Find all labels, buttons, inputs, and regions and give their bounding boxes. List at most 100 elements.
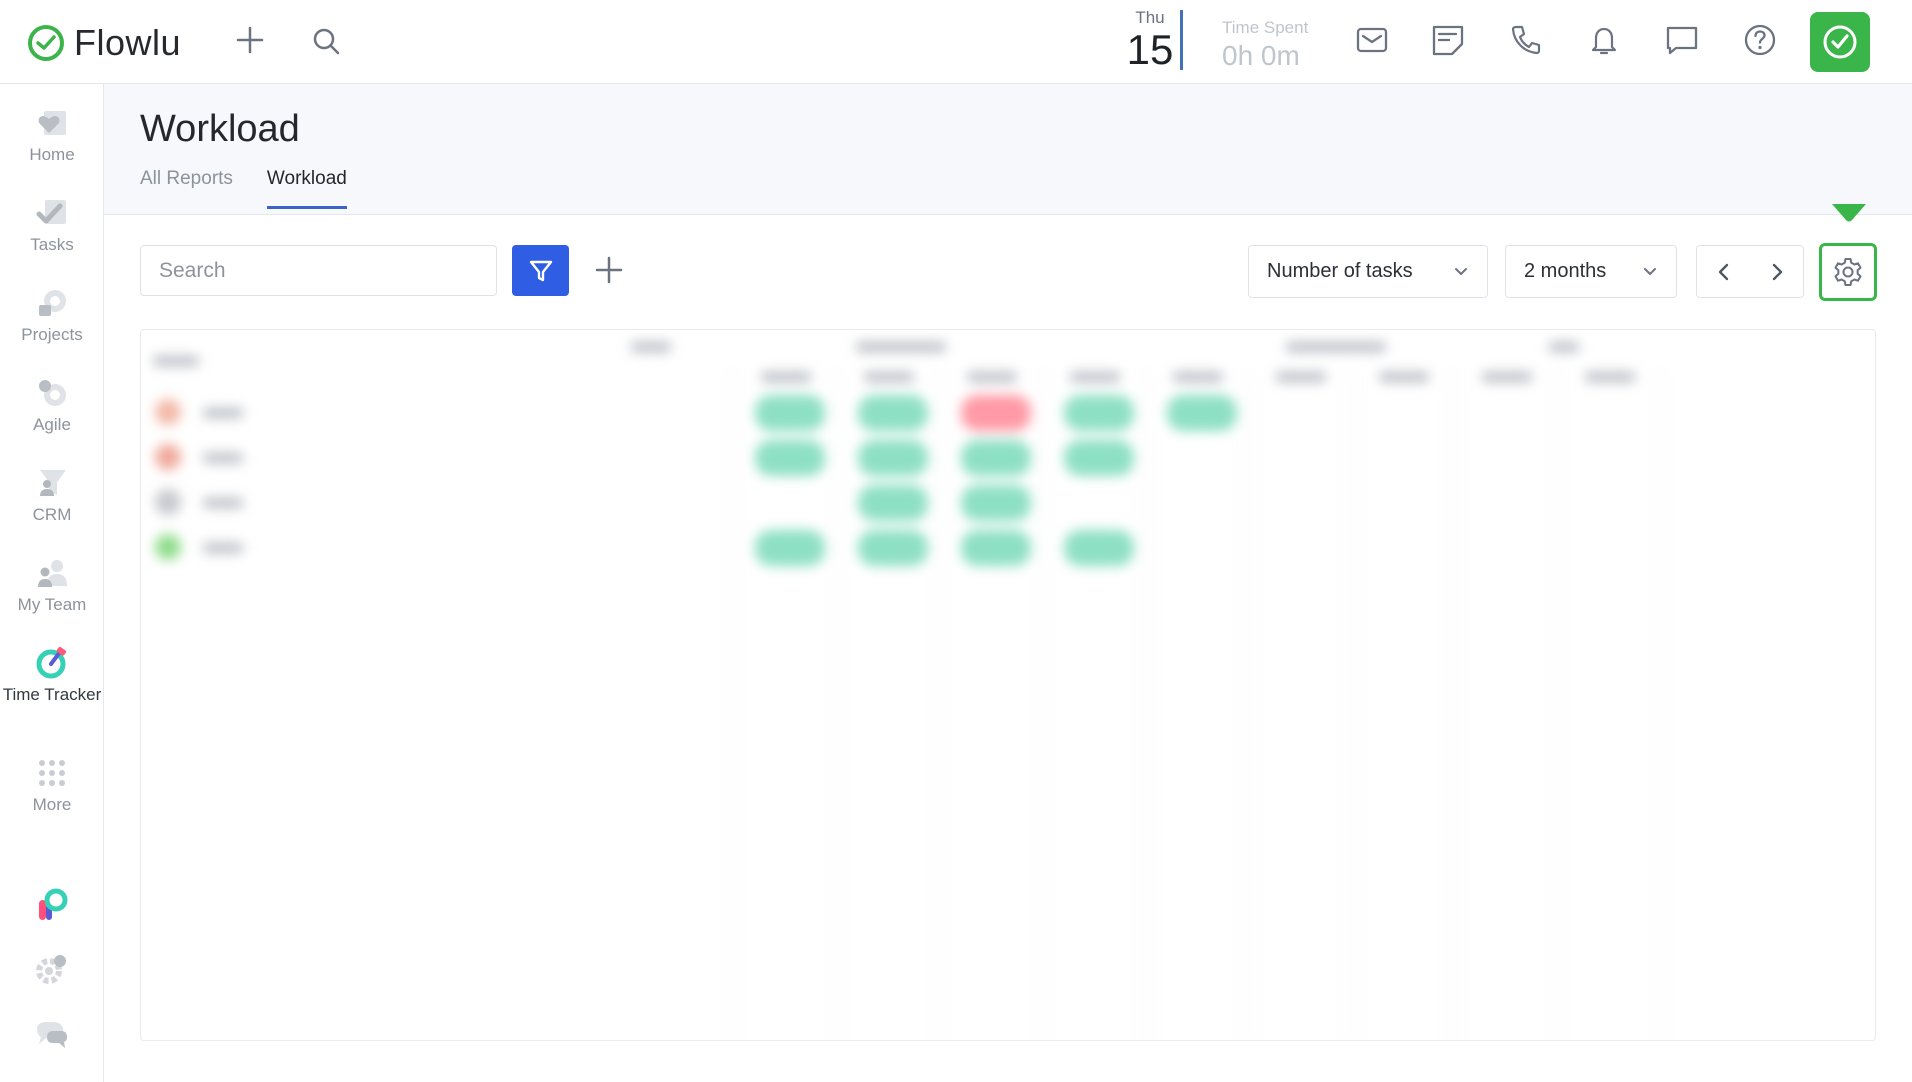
- phone-icon[interactable]: [1508, 22, 1544, 58]
- grid-date-label: [1482, 372, 1532, 382]
- sidebar-item-label: Time Tracker: [2, 685, 102, 704]
- sidebar-item-label: Home: [29, 145, 75, 164]
- grid-row-name: [203, 498, 243, 508]
- previous-period-button[interactable]: [1697, 246, 1750, 297]
- grid-date-label: [967, 372, 1017, 382]
- home-icon: [35, 106, 69, 140]
- settings-button[interactable]: [1819, 243, 1877, 301]
- chevron-left-icon: [1718, 263, 1728, 280]
- flowlu-apps-glyph: [35, 888, 69, 922]
- grid-column-line: [1351, 370, 1352, 1040]
- sidebar-item-my-team[interactable]: My Team: [0, 556, 104, 615]
- chat-icon[interactable]: [1664, 22, 1700, 58]
- sidebar-item-label: Agile: [33, 415, 71, 434]
- grid-row-name: [203, 408, 243, 418]
- filter-button[interactable]: [512, 245, 569, 296]
- date-divider: [1180, 10, 1183, 70]
- search-input[interactable]: Search: [140, 245, 497, 296]
- grid-column-line: [836, 370, 837, 1040]
- support-chat-icon[interactable]: [0, 1018, 104, 1056]
- projects-icon: [35, 286, 69, 320]
- settings-icon[interactable]: [0, 952, 104, 990]
- sidebar-item-agile[interactable]: Agile: [0, 376, 104, 435]
- sidebar-item-label: More: [32, 795, 72, 814]
- page-header: Workload All Reports Workload: [104, 84, 1912, 215]
- time-spent[interactable]: Time Spent 0h 0m: [1222, 18, 1308, 72]
- search-icon[interactable]: [310, 24, 342, 58]
- grid-column-line: [939, 370, 940, 1040]
- plus-icon: [595, 256, 623, 284]
- add-button[interactable]: [590, 251, 628, 289]
- grid-date-label: [1070, 372, 1120, 382]
- plus-icon[interactable]: [234, 24, 266, 56]
- current-date[interactable]: Thu 15: [1120, 8, 1180, 72]
- period-select-value: 2 months: [1524, 260, 1607, 282]
- metric-select[interactable]: Number of tasks: [1248, 245, 1488, 298]
- blurred-grid-content: [141, 330, 1875, 1040]
- sidebar-item-home[interactable]: Home: [0, 106, 104, 165]
- sidebar-item-label: Projects: [21, 325, 83, 344]
- crm-icon: [35, 466, 69, 500]
- period-select[interactable]: 2 months: [1505, 245, 1677, 298]
- filter-icon: [529, 260, 552, 281]
- workload-grid: [140, 329, 1876, 1041]
- grid-row-avatar: [155, 444, 181, 470]
- sidebar-item-label: My Team: [17, 595, 87, 614]
- chevron-right-icon: [1772, 263, 1782, 280]
- workload-cell: [858, 395, 928, 431]
- workload-cell: [1064, 530, 1134, 566]
- workload-cell: [961, 530, 1031, 566]
- grid-column-line: [1145, 370, 1146, 1040]
- settings-glyph: [35, 952, 69, 986]
- grid-date-label: [864, 372, 914, 382]
- grid-column-line: [733, 370, 734, 1040]
- grid-header-label: [1549, 342, 1579, 352]
- grid-column-line: [1557, 370, 1558, 1040]
- day-number: 15: [1126, 26, 1174, 73]
- tutorial-pointer-arrow: [1832, 204, 1866, 222]
- day-of-week: Thu: [1135, 8, 1165, 27]
- grid-row-avatar: [155, 489, 181, 515]
- envelope-icon[interactable]: [1354, 22, 1390, 58]
- sidebar-item-time-tracker[interactable]: Time Tracker: [0, 646, 104, 705]
- tasks-icon: [35, 196, 69, 230]
- sidebar-item-more[interactable]: More: [0, 756, 104, 815]
- check-circle-icon: [28, 25, 64, 61]
- workload-cell: [961, 440, 1031, 476]
- sidebar-item-projects[interactable]: Projects: [0, 286, 104, 345]
- workload-cell: [858, 530, 928, 566]
- workload-cell: [1167, 395, 1237, 431]
- check-shield-icon[interactable]: [1810, 12, 1870, 72]
- timer-icon: [35, 646, 69, 680]
- agile-icon: [35, 376, 69, 410]
- sidebar-item-tasks[interactable]: Tasks: [0, 196, 104, 255]
- grid-row-avatar: [155, 399, 181, 425]
- note-icon[interactable]: [1430, 22, 1466, 58]
- tab-workload[interactable]: Workload: [266, 168, 347, 209]
- tab-all-reports[interactable]: All Reports: [140, 168, 233, 209]
- sidebar-item-crm[interactable]: CRM: [0, 466, 104, 525]
- bell-icon[interactable]: [1586, 22, 1622, 58]
- grid-header-label: [153, 356, 199, 366]
- workload-cell: [755, 395, 825, 431]
- app-name: Flowlu: [74, 22, 182, 63]
- grid-column-line: [1042, 370, 1043, 1040]
- period-navigation: [1696, 245, 1804, 298]
- grid-header-label: [631, 342, 671, 352]
- help-circle-icon[interactable]: [1742, 22, 1778, 58]
- grid-row-avatar: [155, 534, 181, 560]
- grid-header-label: [856, 342, 946, 352]
- chevron-down-icon: [1455, 267, 1467, 275]
- chevron-down-icon: [1644, 267, 1656, 275]
- next-period-button[interactable]: [1750, 246, 1803, 297]
- sidebar-item-label: Tasks: [30, 235, 74, 254]
- gear-icon: [1834, 258, 1862, 286]
- grid-row-name: [203, 543, 243, 553]
- flowlu-logo[interactable]: Flowlu: [28, 22, 181, 64]
- metric-select-value: Number of tasks: [1267, 260, 1413, 282]
- flowlu-apps-icon[interactable]: [0, 888, 104, 926]
- team-icon: [35, 556, 69, 590]
- report-tabs: All Reports Workload: [140, 168, 347, 209]
- workload-cell: [755, 440, 825, 476]
- grid-column-line: [1454, 370, 1455, 1040]
